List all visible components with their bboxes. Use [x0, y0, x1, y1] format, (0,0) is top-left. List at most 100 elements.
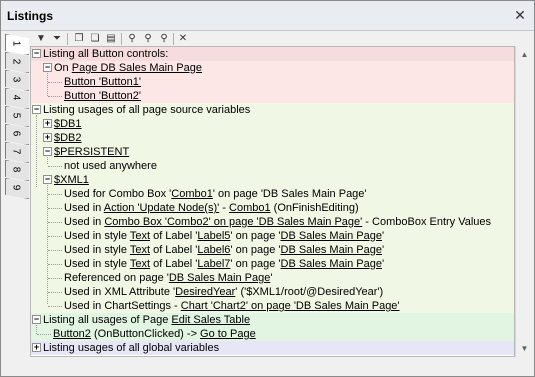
- usage-link[interactable]: Label6: [197, 244, 230, 256]
- usage-link[interactable]: DesiredYear: [175, 286, 235, 298]
- usage-link[interactable]: Go to Page: [200, 328, 256, 340]
- row-text: Used in style: [64, 230, 130, 242]
- tree-connector: [48, 306, 62, 307]
- tree-connector: [48, 278, 62, 279]
- row-text: Used for Combo Box ': [64, 188, 172, 200]
- tab-7[interactable]: 7: [5, 142, 29, 163]
- tab-label: 4: [10, 94, 22, 101]
- tree-connector: [47, 157, 48, 164]
- usage-link[interactable]: DB Sales Main Page: [281, 244, 383, 256]
- tree-connector: [36, 115, 37, 187]
- collapse-icon[interactable]: −: [43, 63, 52, 72]
- tab-1[interactable]: 1: [5, 34, 29, 55]
- copy-icon[interactable]: ❐: [72, 32, 86, 46]
- scroll-down-icon[interactable]: ▼: [516, 340, 533, 357]
- row-text: ': [382, 258, 385, 270]
- tab-8[interactable]: 8: [5, 160, 29, 181]
- find-icon[interactable]: ⚲: [125, 32, 139, 46]
- usage-link[interactable]: Text: [130, 244, 150, 256]
- row-text: Used in style: [64, 258, 130, 270]
- variable-link[interactable]: $PERSISTENT: [54, 145, 129, 159]
- tree-connector: [36, 325, 37, 334]
- tab-4[interactable]: 4: [5, 88, 29, 109]
- row-text: Used in: [64, 216, 105, 228]
- usage-row: Used in ChartSettings - Chart 'Chart2' o…: [64, 299, 400, 313]
- tab-label: 9: [10, 184, 22, 191]
- page-link[interactable]: Page DB Sales Main Page: [72, 62, 202, 74]
- usage-link[interactable]: Label5: [197, 230, 230, 242]
- tab-label: 3: [10, 76, 22, 83]
- tab-label: 5: [10, 112, 22, 119]
- usage-row: Used in Action 'Update Node(s)' - Combo1…: [64, 201, 359, 215]
- row-text: (OnButtonClicked) ->: [90, 328, 201, 340]
- variable-link[interactable]: $DB2: [54, 131, 82, 145]
- expand-icon[interactable]: +: [43, 119, 52, 128]
- collapse-icon[interactable]: −: [32, 49, 41, 58]
- button-link[interactable]: Button 'Button1': [64, 75, 141, 89]
- usage-link[interactable]: DB Sales Main Page: [281, 258, 383, 270]
- page-link[interactable]: Edit Sales Table: [171, 314, 250, 326]
- dropdown-icon[interactable]: ▼: [34, 32, 48, 46]
- expand-icon[interactable]: +: [43, 133, 52, 142]
- title-bar: Listings ✕: [1, 1, 534, 31]
- usage-link[interactable]: DB Sales Main Page: [281, 230, 383, 242]
- variable-link[interactable]: $DB1: [54, 117, 82, 131]
- row-text: Listing all usages of Page: [43, 314, 172, 326]
- collapse-icon[interactable]: −: [32, 105, 41, 114]
- tab-label: 7: [10, 148, 22, 155]
- usage-link[interactable]: DB Sales Main Page: [169, 272, 271, 284]
- row-text: ': [382, 230, 385, 242]
- window-title: Listings: [7, 9, 54, 23]
- collapse-all-icon[interactable]: ⏷: [50, 32, 64, 46]
- row-text: ' on page ': [230, 230, 281, 242]
- toolbar-separator: [121, 33, 122, 45]
- find-next-icon[interactable]: ⚲: [141, 32, 155, 46]
- tab-label: 6: [10, 130, 22, 137]
- toolbar: ▼ ⏷ ❐ ❏ ▤ ⚲ ⚲ ⚲ ✕: [32, 32, 532, 46]
- vertical-tab-strip: 1 2 3 4 5 6 7 8 9: [1, 32, 29, 377]
- row-text: (OnFinishEditing): [270, 202, 359, 214]
- tree-connector: [48, 236, 62, 237]
- expand-icon[interactable]: +: [32, 343, 41, 352]
- tree-connector: [48, 166, 62, 167]
- usage-link[interactable]: Combo Box 'Combo2' on page 'DB Sales Mai…: [104, 216, 362, 228]
- row-text: of Label ': [150, 244, 198, 256]
- row-text: of Label ': [150, 230, 198, 242]
- scroll-up-icon[interactable]: ▲: [516, 46, 533, 63]
- tab-2[interactable]: 2: [5, 52, 29, 73]
- tab-6[interactable]: 6: [5, 124, 29, 145]
- collapse-icon[interactable]: −: [32, 315, 41, 324]
- section-header: Listing all Button controls:: [43, 48, 169, 60]
- section-header: Listing usages of all page source variab…: [43, 104, 251, 116]
- tab-3[interactable]: 3: [5, 70, 29, 91]
- tab-5[interactable]: 5: [5, 106, 29, 127]
- usage-link[interactable]: Chart 'Chart2' on page 'DB Sales Main Pa…: [181, 300, 400, 312]
- listing-tree: − Listing all Button controls: − On Page…: [30, 46, 515, 357]
- close-icon[interactable]: ✕: [512, 7, 528, 23]
- vertical-scrollbar[interactable]: ▲ ▼: [515, 46, 532, 357]
- row-text: ' ('$XML1/root/@DesiredYear'): [235, 286, 384, 298]
- usage-row: Used in XML Attribute 'DesiredYear' ('$X…: [64, 285, 383, 299]
- tree-connector: [48, 96, 62, 97]
- expand-all-icon[interactable]: ▤: [104, 32, 118, 46]
- usage-link[interactable]: Button2: [53, 328, 91, 340]
- usage-link[interactable]: Text: [130, 258, 150, 270]
- collapse-icon[interactable]: −: [43, 175, 52, 184]
- tree-connector: [47, 185, 48, 304]
- button-link[interactable]: Button 'Button2': [64, 89, 141, 103]
- clear-icon[interactable]: ✕: [176, 32, 190, 46]
- usage-link[interactable]: Combo1: [229, 202, 271, 214]
- variable-link[interactable]: $XML1: [54, 173, 89, 187]
- tree-connector: [47, 73, 48, 96]
- usage-link[interactable]: Text: [130, 230, 150, 242]
- usage-row: Referenced on page 'DB Sales Main Page': [64, 271, 272, 285]
- usage-link[interactable]: Combo1: [171, 188, 213, 200]
- usage-link[interactable]: Label7: [197, 258, 230, 270]
- find-previous-icon[interactable]: ⚲: [157, 32, 171, 46]
- usage-row: Used in style Text of Label 'Label5' on …: [64, 229, 384, 243]
- copy-all-icon[interactable]: ❏: [88, 32, 102, 46]
- usage-link[interactable]: Action 'Update Node(s)': [104, 202, 219, 214]
- collapse-icon[interactable]: −: [43, 147, 52, 156]
- tree-connector: [48, 82, 62, 83]
- tab-9[interactable]: 9: [5, 178, 29, 199]
